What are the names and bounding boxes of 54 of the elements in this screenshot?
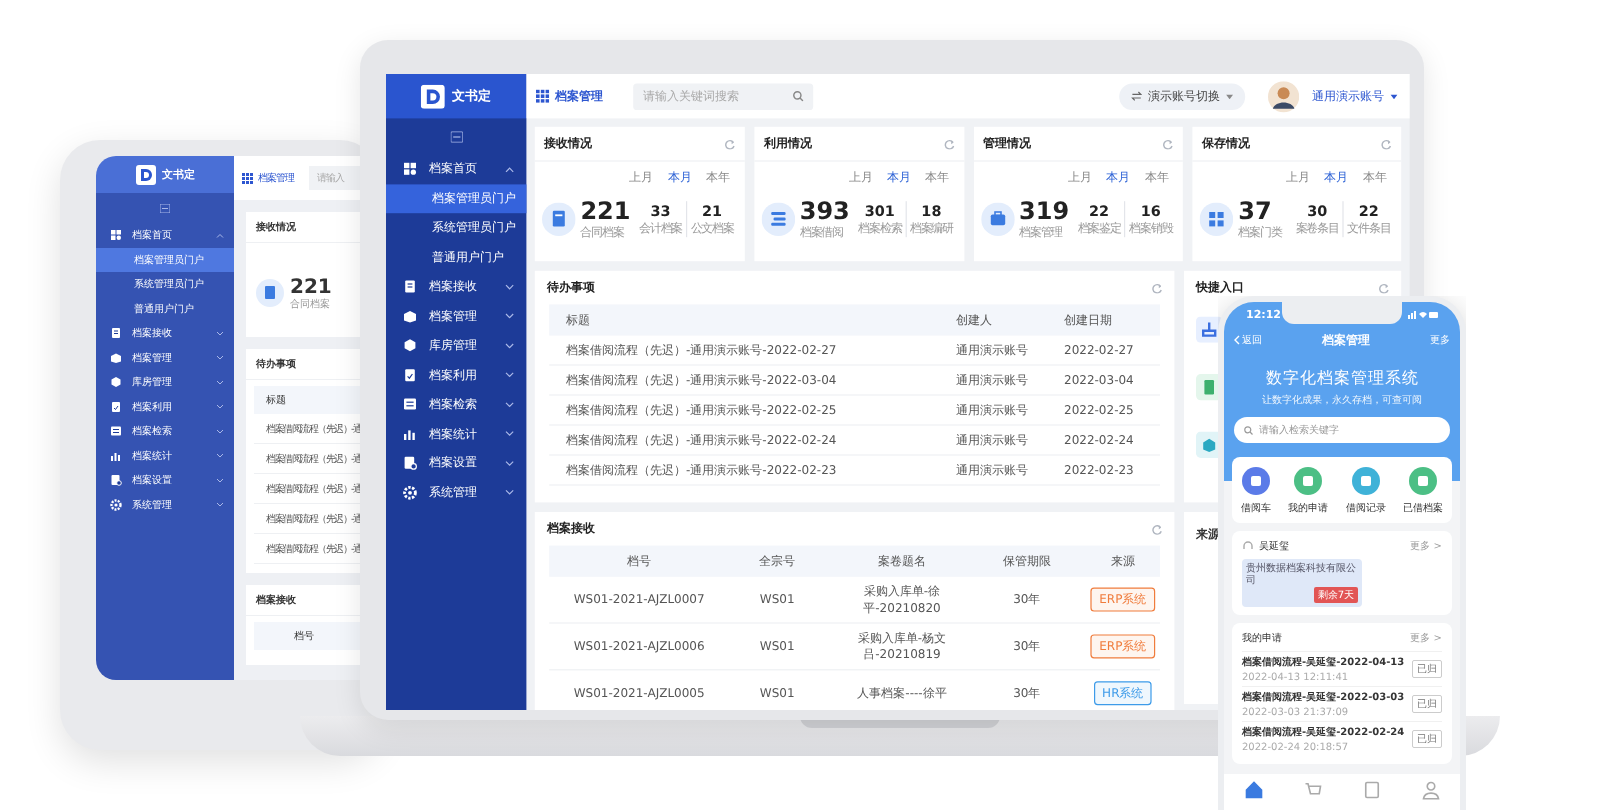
hero-title: 数字化档案管理系统: [1263, 368, 1421, 389]
grid-icon: [110, 229, 122, 242]
document-icon: [110, 327, 122, 340]
caret-icon: [1226, 93, 1234, 99]
refresh-icon[interactable]: [1162, 138, 1174, 149]
person-icon[interactable]: [1420, 780, 1441, 800]
cart-icon[interactable]: [1302, 780, 1323, 800]
document-icon: [402, 455, 418, 471]
caret-icon[interactable]: [1390, 93, 1398, 99]
box-icon: [402, 308, 418, 324]
document-icon: [402, 367, 418, 383]
collapse-icon[interactable]: [450, 131, 463, 142]
avatar-icon[interactable]: [1268, 80, 1300, 112]
grid-icon[interactable]: [536, 89, 550, 103]
refresh-icon[interactable]: [1151, 282, 1163, 293]
status-icons: [1408, 309, 1438, 319]
document-icon: [256, 279, 284, 307]
table-icon: [110, 425, 122, 438]
document-icon: [110, 474, 122, 487]
box-icon: [110, 351, 122, 364]
bar-chart-icon: [402, 426, 418, 441]
refresh-icon[interactable]: [1380, 138, 1392, 149]
refresh-icon[interactable]: [1378, 282, 1390, 293]
briefcase-icon: [980, 202, 1015, 236]
tray-icon: [1196, 316, 1223, 343]
phone-notch: [1282, 302, 1402, 324]
refresh-icon[interactable]: [1151, 523, 1163, 535]
home-icon[interactable]: [1243, 780, 1264, 800]
grid-icon: [1199, 202, 1234, 236]
hexagon-icon: [402, 338, 418, 353]
search-icon: [792, 90, 804, 102]
refresh-icon[interactable]: [724, 138, 735, 149]
headset-icon: [1242, 540, 1254, 552]
table-icon: [402, 397, 418, 412]
bar-chart-icon: [110, 449, 122, 462]
document-icon: [402, 279, 418, 294]
settings-icon: [402, 485, 418, 500]
stat-value: 221: [580, 197, 631, 224]
stack-icon: [761, 202, 795, 236]
refresh-icon[interactable]: [943, 138, 955, 149]
logo-icon: [135, 164, 156, 185]
stat-value: 37: [1238, 197, 1274, 224]
document-icon: [542, 202, 576, 236]
grid-icon: [402, 161, 418, 177]
hexagon-icon: [110, 376, 122, 389]
stat-value: 319: [1019, 197, 1070, 224]
logo-icon: [420, 84, 445, 109]
grid-icon[interactable]: [242, 172, 253, 184]
stat-value: 221: [290, 275, 332, 297]
stat-value: 393: [799, 197, 850, 224]
settings-icon: [110, 498, 122, 511]
document-icon: [110, 400, 122, 413]
document-icon[interactable]: [1361, 780, 1382, 800]
chevron-icon: [1234, 335, 1240, 345]
